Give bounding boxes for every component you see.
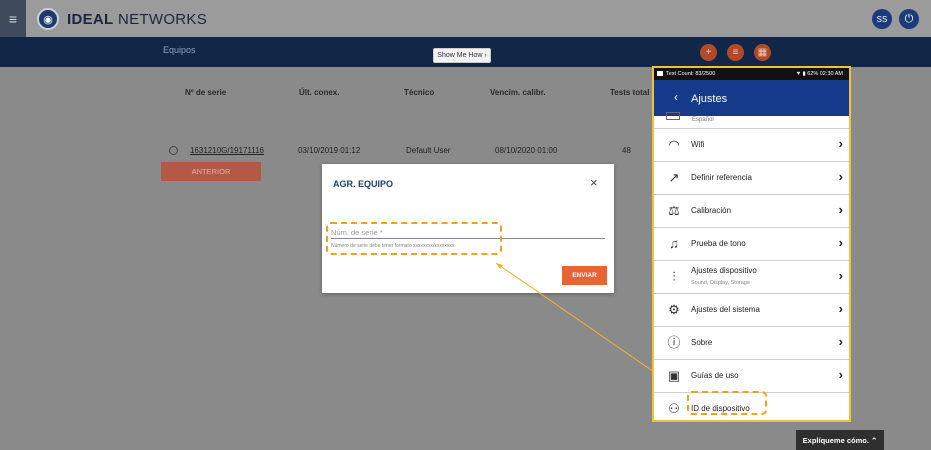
- back-chevron-icon[interactable]: ‹: [674, 90, 678, 104]
- chevron-right-icon: ›: [838, 367, 843, 382]
- info-icon: ⓘ: [667, 335, 681, 350]
- highlight-box-id: [687, 391, 767, 415]
- chevron-right-icon: ›: [838, 301, 843, 316]
- settings-item-reference[interactable]: ↗ Definir referencia ›: [654, 161, 849, 194]
- phone-status-bar: Test Count: 83/2500 ▼ ▮ 62% 02:30 AM: [654, 68, 849, 80]
- chevron-right-icon: ›: [838, 334, 843, 349]
- chevron-right-icon: ›: [838, 136, 843, 151]
- settings-item-label: Guías de uso: [691, 371, 739, 380]
- phone-header: ‹ Ajustes: [654, 80, 849, 116]
- system-settings-icon: ⚙: [668, 302, 680, 317]
- settings-item-info[interactable]: ⓘ Sobre ›: [654, 326, 849, 359]
- reference-icon: ↗: [668, 170, 680, 185]
- settings-item-system-settings[interactable]: ⚙ Ajustes del sistema ›: [654, 293, 849, 326]
- settings-item-tone[interactable]: ♫ Prueba de tono ›: [654, 227, 849, 260]
- device-id-icon: ⚇: [668, 401, 680, 416]
- guide-icon: ▣: [667, 368, 681, 383]
- tone-icon: ♫: [669, 236, 679, 251]
- wifi-icon: ◠: [668, 137, 680, 152]
- status-right: ▼ ▮ 62% 02:30 AM: [795, 71, 843, 77]
- language-icon: [666, 112, 680, 120]
- explain-how-button[interactable]: Explíqueme cómo. ⌃: [796, 430, 884, 450]
- test-count: Test Count: 83/2500: [666, 71, 716, 77]
- settings-item-label: Ajustes del sistema: [691, 305, 760, 314]
- language-value: Español: [692, 117, 714, 123]
- settings-item-label: Ajustes dispositivo: [691, 266, 757, 275]
- settings-item-wifi[interactable]: ◠ Wifi ›: [654, 128, 849, 161]
- list-item-language[interactable]: Español: [654, 112, 849, 128]
- settings-item-label: Definir referencia: [691, 173, 752, 182]
- settings-item-label: Prueba de tono: [691, 239, 746, 248]
- chevron-right-icon: ›: [838, 169, 843, 184]
- settings-item-calibration[interactable]: ⚖ Calibración ›: [654, 194, 849, 227]
- chevron-right-icon: ›: [838, 268, 843, 283]
- folder-icon: [657, 71, 663, 76]
- settings-item-sub: Sound, Display, Storage: [691, 280, 750, 286]
- settings-item-guide[interactable]: ▣ Guías de uso ›: [654, 359, 849, 392]
- settings-item-label: Sobre: [691, 338, 713, 347]
- chevron-right-icon: ›: [838, 202, 843, 217]
- calibration-icon: ⚖: [668, 203, 680, 218]
- settings-item-label: Wifi: [691, 140, 705, 149]
- device-settings-panel: Test Count: 83/2500 ▼ ▮ 62% 02:30 AM ‹ A…: [652, 66, 851, 422]
- settings-item-label: Calibración: [691, 206, 732, 215]
- phone-title: Ajustes: [691, 93, 728, 105]
- settings-item-device-settings[interactable]: ⫶ Ajustes dispositivo Sound, Display, Stor…: [654, 260, 849, 293]
- chevron-right-icon: ›: [838, 235, 843, 250]
- device-settings-icon: ⫶: [672, 269, 676, 284]
